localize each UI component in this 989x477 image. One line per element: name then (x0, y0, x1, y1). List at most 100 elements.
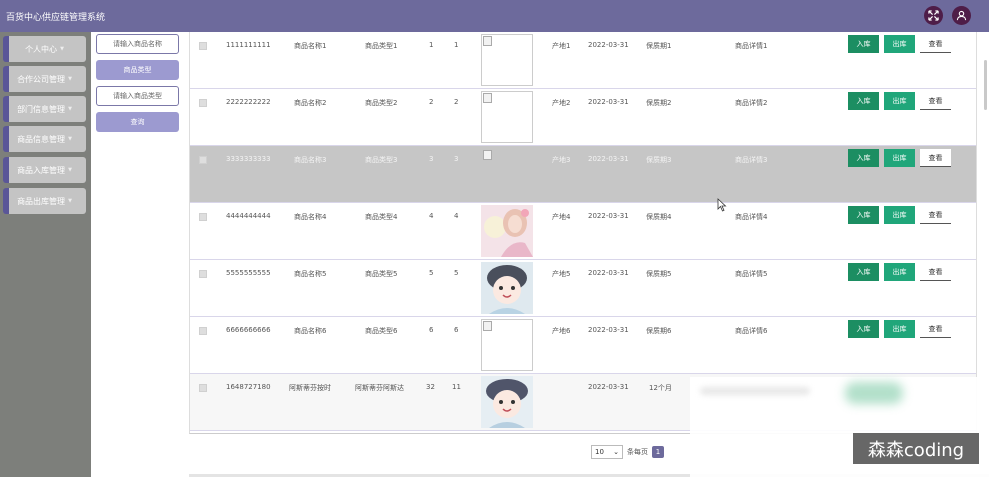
shelf-life: 保质期1 (646, 42, 672, 50)
page-size-select[interactable]: 10 ⌄ (591, 445, 623, 459)
shelf-life: 保质期4 (646, 213, 672, 221)
stock-in-button[interactable]: 入库 (848, 92, 879, 110)
quantity-a: 32 (426, 383, 435, 391)
sidebar-item-stock-in[interactable]: 商品入库管理 ▼ (3, 157, 86, 183)
product-type: 商品类型2 (365, 99, 398, 107)
quantity-b: 2 (454, 98, 459, 106)
row-checkbox[interactable] (199, 270, 207, 278)
date: 2022-03-31 (588, 155, 629, 163)
date: 2022-03-31 (588, 269, 629, 277)
sidebar-item-stock-out[interactable]: 商品出库管理 ▼ (3, 188, 86, 214)
row-checkbox[interactable] (199, 42, 207, 50)
shelf-life: 保质期5 (646, 270, 672, 278)
sidebar-item-product-info[interactable]: 商品信息管理 ▼ (3, 126, 86, 152)
sidebar-item-label: 合作公司管理 (17, 74, 66, 84)
search-button[interactable]: 查询 (96, 112, 179, 132)
sidebar-item-label: 个人中心 (25, 44, 58, 54)
stock-in-button[interactable]: 入库 (848, 320, 879, 338)
view-button[interactable]: 查看 (920, 206, 951, 224)
table-row: 2222222222 商品名称2 商品类型2 2 2 产地2 2022-03-3… (190, 89, 976, 146)
product-table: 1111111111 商品名称1 商品类型1 1 1 产地1 2022-03-3… (189, 32, 977, 434)
quantity-a: 4 (429, 212, 434, 220)
quantity-a: 1 (429, 41, 434, 49)
shelf-life: 保质期6 (646, 327, 672, 335)
user-icon[interactable] (952, 6, 971, 25)
page-size-value: 10 (595, 448, 604, 456)
sidebar: 个人中心 ▼ 合作公司管理 ▼ 部门信息管理 ▼ 商品信息管理 ▼ 商品入库管理 ▼ 商品… (0, 32, 91, 477)
blurred-text (700, 387, 810, 395)
scrollbar[interactable] (984, 60, 987, 110)
stock-out-button[interactable]: 出库 (884, 149, 915, 167)
sidebar-item-partner-companies[interactable]: 合作公司管理 ▼ (3, 66, 86, 92)
top-bar: 百货中心供应链管理系统 (0, 0, 989, 32)
product-detail: 商品详情6 (735, 327, 768, 335)
stock-out-button[interactable]: 出库 (884, 206, 915, 224)
caret-down-icon: ▼ (68, 167, 72, 173)
sidebar-item-label: 商品入库管理 (17, 165, 66, 175)
row-checkbox[interactable] (199, 213, 207, 221)
origin: 产地5 (552, 270, 571, 278)
stock-out-button[interactable]: 出库 (884, 320, 915, 338)
view-button[interactable]: 查看 (920, 92, 951, 110)
product-code: 4444444444 (226, 212, 271, 220)
quantity-b: 3 (454, 155, 459, 163)
per-page-label: 条每页 (627, 448, 648, 456)
quantity-a: 3 (429, 155, 434, 163)
quantity-b: 4 (454, 212, 459, 220)
stock-in-button[interactable]: 入库 (848, 35, 879, 53)
product-type: 商品类型1 (365, 42, 398, 50)
caret-down-icon: ▼ (68, 76, 72, 82)
caret-down-icon: ▼ (68, 106, 72, 112)
sidebar-item-departments[interactable]: 部门信息管理 ▼ (3, 96, 86, 122)
date: 2022-03-31 (588, 212, 629, 220)
product-type-input[interactable] (96, 86, 179, 106)
product-detail: 商品详情2 (735, 99, 768, 107)
product-code: 2222222222 (226, 98, 271, 106)
quantity-a: 5 (429, 269, 434, 277)
table-row: 1111111111 商品名称1 商品类型1 1 1 产地1 2022-03-3… (190, 32, 976, 89)
product-code: 6666666666 (226, 326, 271, 334)
product-name: 商品名称1 (294, 42, 327, 50)
fullscreen-icon[interactable] (924, 6, 943, 25)
stock-in-button[interactable]: 入库 (848, 149, 879, 167)
row-checkbox[interactable] (199, 99, 207, 107)
product-image (481, 148, 533, 200)
row-checkbox[interactable] (199, 156, 207, 164)
product-image (481, 205, 533, 257)
sidebar-item-personal-center[interactable]: 个人中心 ▼ (3, 36, 86, 62)
view-button[interactable]: 查看 (920, 320, 951, 338)
product-type: 阿斯蒂芬阿斯达 (355, 384, 404, 392)
stock-out-button[interactable]: 出库 (884, 263, 915, 281)
date: 2022-03-31 (588, 383, 629, 391)
origin: 产地3 (552, 156, 571, 164)
product-name-input[interactable] (96, 34, 179, 54)
product-code: 3333333333 (226, 155, 271, 163)
chevron-down-icon: ⌄ (613, 448, 619, 456)
shelf-life: 保质期2 (646, 99, 672, 107)
product-name: 商品名称6 (294, 327, 327, 335)
filter-panel: 商品类型 查询 (91, 32, 189, 477)
shelf-life: 保质期3 (646, 156, 672, 164)
product-name: 商品名称2 (294, 99, 327, 107)
shelf-life: 12个月 (649, 384, 672, 392)
stock-out-button[interactable]: 出库 (884, 35, 915, 53)
table-row: 5555555555 商品名称5 商品类型5 5 5 产地5 2022-03-3… (190, 260, 976, 317)
table-row: 3333333333 商品名称3 商品类型3 3 3 产地3 2022-03-3… (190, 146, 976, 203)
product-type-button[interactable]: 商品类型 (96, 60, 179, 80)
product-detail: 商品详情4 (735, 213, 768, 221)
view-button[interactable]: 查看 (920, 263, 951, 281)
origin: 产地1 (552, 42, 571, 50)
stock-out-button[interactable]: 出库 (884, 92, 915, 110)
row-checkbox[interactable] (199, 327, 207, 335)
stock-in-button[interactable]: 入库 (848, 263, 879, 281)
page-button[interactable]: 1 (652, 446, 664, 458)
row-checkbox[interactable] (199, 384, 207, 392)
caret-down-icon: ▼ (68, 198, 72, 204)
view-button[interactable]: 查看 (920, 35, 951, 53)
app-title: 百货中心供应链管理系统 (6, 13, 106, 23)
product-image (481, 34, 533, 86)
product-name: 商品名称3 (294, 156, 327, 164)
stock-in-button[interactable]: 入库 (848, 206, 879, 224)
view-button[interactable]: 查看 (920, 149, 951, 167)
product-detail: 商品详情5 (735, 270, 768, 278)
